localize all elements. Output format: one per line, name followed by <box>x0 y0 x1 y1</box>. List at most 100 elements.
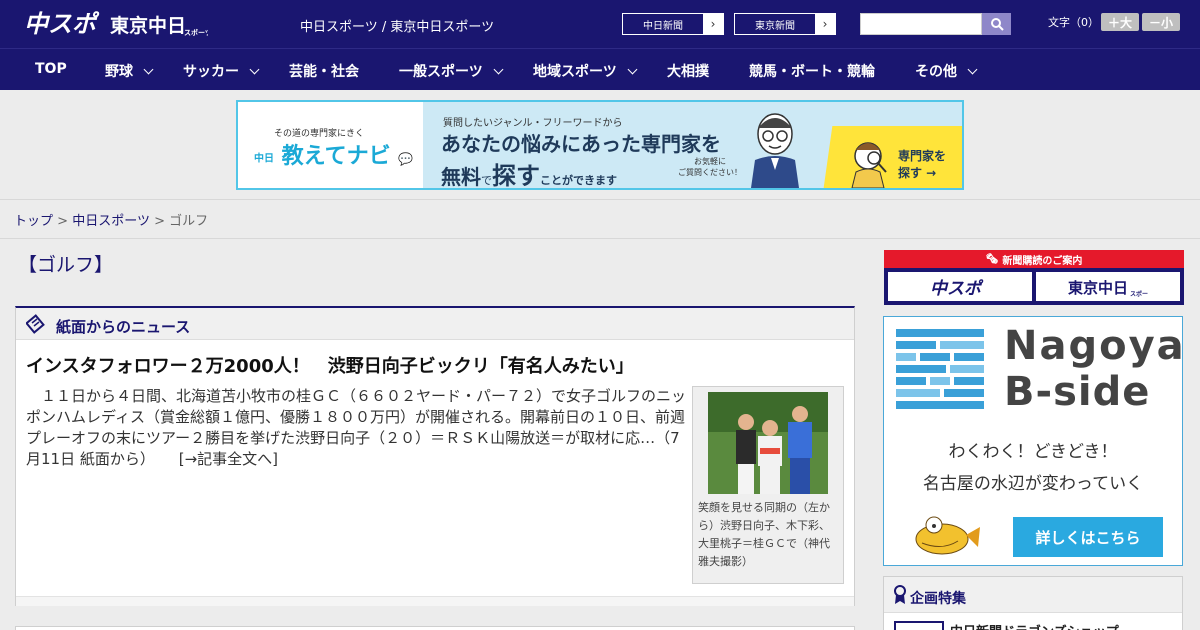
nav-item-top[interactable]: TOP <box>35 61 67 77</box>
ad-cta-line-2: 探す → <box>898 166 937 180</box>
nagoya-title-2: B-side <box>1004 369 1151 415</box>
font-larger-button[interactable]: ＋大 <box>1101 13 1139 31</box>
nav-item-soccer[interactable]: サッカー <box>183 61 260 81</box>
feature-item-link[interactable]: 中日新聞ドラゴンズショップ <box>950 621 1119 630</box>
speech-bubble-icon: 💬 <box>398 152 414 166</box>
golfers-photo[interactable] <box>708 392 828 494</box>
nav-item-entertainment[interactable]: 芸能・社会 <box>289 61 359 81</box>
breadcrumb-top-link[interactable]: トップ <box>14 214 53 229</box>
shrimp-mascot-icon <box>915 516 980 555</box>
chevron-down-icon <box>143 64 154 74</box>
subscription-header: 🗞 新聞購読のご案内 <box>884 250 1184 268</box>
chevron-down-icon <box>967 64 978 74</box>
chuspo-logo[interactable]: 中スポ <box>24 8 100 38</box>
nav-item-baseball[interactable]: 野球 <box>105 61 154 81</box>
breadcrumb-chunichi-link[interactable]: 中日スポーツ <box>72 214 150 229</box>
nav-item-label: 一般スポーツ <box>399 64 483 80</box>
page-title: 【ゴルフ】 <box>18 254 114 276</box>
ad-can: ことができます <box>540 174 617 187</box>
tokyo-logo-text: 東京中日 <box>110 14 186 37</box>
chevron-right-icon: › <box>703 14 723 34</box>
chuspo-mini-logo-text: 中スポ <box>930 279 984 298</box>
chuspo-mini-logo: 中スポ <box>930 279 984 298</box>
font-smaller-button[interactable]: －小 <box>1142 13 1180 31</box>
nav-item-label: サッカー <box>183 64 239 80</box>
chunichi-shimbun-label: 中日新聞 <box>643 20 683 32</box>
newspaper-icon <box>26 314 45 334</box>
ad-search-word: 探す <box>492 162 540 190</box>
nagoya-line-1: わくわく！どきどき！ <box>948 442 1118 462</box>
next-news-panel <box>15 626 855 630</box>
tokyo-chunichi-logo[interactable]: 東京中日 スポーツ <box>110 12 208 38</box>
subscribe-chuspo-button[interactable]: 中スポ <box>888 272 1032 301</box>
tokyo-mini-logo-text: 東京中日 <box>1068 279 1128 297</box>
chunichi-shimbun-button[interactable]: 中日新聞 › <box>622 13 724 35</box>
ad-free: 無料 <box>441 165 481 189</box>
nav-item-regional-sports[interactable]: 地域スポーツ <box>533 61 638 81</box>
article-headline[interactable]: インスタフォロワー２万2000人！ 渋野日向子ビックリ「有名人みたい」 <box>26 352 634 378</box>
nav-item-label: 野球 <box>105 64 133 80</box>
nav-item-label: 芸能・社会 <box>289 64 359 80</box>
brick-wall-logo <box>896 329 984 409</box>
search-button[interactable] <box>982 13 1011 35</box>
ad-brand-panel: その道の専門家にきく 中日 教えてナビ 💬 <box>238 102 423 188</box>
site-links[interactable]: 中日スポーツ / 東京中日スポーツ <box>300 16 494 35</box>
search-input[interactable] <box>860 13 982 35</box>
banner-area: その道の専門家にきく 中日 教えてナビ 💬 質問したいジャンル・フリーワードから… <box>0 90 1200 200</box>
breadcrumb-current: ゴルフ <box>169 214 209 229</box>
news-panel-header: 紙面からのニュース <box>16 308 854 340</box>
subscription-label: 新聞購読のご案内 <box>1002 255 1083 267</box>
expert-man-illustration <box>751 113 799 188</box>
tokyo-mini-logo-sub: スポーツ <box>1130 290 1148 298</box>
news-panel-footer <box>16 596 854 606</box>
nagoya-bside-ad[interactable]: Nagoya B-side わくわく！どきどき！ 名古屋の水辺が変わっていく 詳… <box>883 316 1186 566</box>
ad-de: で <box>481 174 492 187</box>
ad-question: 質問したいジャンル・フリーワードから <box>443 118 623 129</box>
chevron-right-icon: › <box>815 14 835 34</box>
nav-item-label: その他 <box>915 64 957 80</box>
nav-item-label: 競馬・ボート・競輪 <box>749 64 875 80</box>
main-nav: TOP 野球 サッカー 芸能・社会 一般スポーツ 地域スポーツ 大相撲 競馬・ボ… <box>0 48 1200 90</box>
tokyo-logo-sub: スポーツ <box>184 28 208 37</box>
newspaper-ticket-icon: 🗞 <box>985 253 999 265</box>
photo-caption: 笑顔を見せる同期の（左から）渋野日向子、木下彩、大里桃子＝桂ＧＣで（神代雅夫撮影… <box>698 501 830 568</box>
breadcrumb-separator: > <box>57 214 69 229</box>
site-header: 中スポ 東京中日 スポーツ 中日スポーツ / 東京中日スポーツ 中日新聞 › 東… <box>0 0 1200 48</box>
news-section-label: 紙面からのニュース <box>56 318 191 336</box>
tokyo-shimbun-button[interactable]: 東京新聞 › <box>734 13 836 35</box>
ad-small-note-1: お気軽に <box>694 157 726 166</box>
read-more-link[interactable]: [→記事全文へ] <box>179 450 278 468</box>
divider <box>0 238 1200 239</box>
ad-brand: 中日 教えてナビ 💬 <box>254 138 413 170</box>
subscribe-tokyo-chunichi-button[interactable]: 東京中日 スポーツ <box>1036 272 1180 301</box>
article-photo-box: 笑顔を見せる同期の（左から）渋野日向子、木下彩、大里桃子＝桂ＧＣで（神代雅夫撮影… <box>692 386 844 584</box>
chuspo-logo-text: 中スポ <box>24 10 100 38</box>
ad-cta-line-1: 専門家を <box>898 149 947 163</box>
ad-headline-2: 無料で探すことができます <box>441 156 617 190</box>
breadcrumb-separator: > <box>154 214 165 229</box>
nav-item-general-sports[interactable]: 一般スポーツ <box>399 61 504 81</box>
tokyo-chunichi-mini-logo: 東京中日 スポーツ <box>1068 279 1148 298</box>
chevron-down-icon <box>249 64 260 74</box>
nav-item-other[interactable]: その他 <box>915 61 978 81</box>
nav-item-sumo[interactable]: 大相撲 <box>667 61 709 81</box>
article-summary: １１日から４日間、北海道苫小牧市の桂ＧＣ（６６０２ヤード・パー７２）で女子ゴルフ… <box>26 386 686 470</box>
breadcrumb: トップ > 中日スポーツ > ゴルフ <box>14 210 208 229</box>
nav-item-label: 大相撲 <box>667 64 709 80</box>
tokyo-shimbun-label: 東京新聞 <box>755 20 795 32</box>
nav-item-label: TOP <box>35 61 67 77</box>
search-icon <box>990 18 1004 31</box>
nagoya-line-2: 名古屋の水辺が変わっていく <box>922 474 1144 494</box>
ribbon-icon <box>894 585 906 604</box>
oshiete-navi-ad[interactable]: その道の専門家にきく 中日 教えてナビ 💬 質問したいジャンル・フリーワードから… <box>236 100 964 190</box>
nav-item-label: 地域スポーツ <box>533 64 617 80</box>
magnifier-person-illustration <box>851 142 887 188</box>
nagoya-title-1: Nagoya <box>1004 323 1186 369</box>
chevron-down-icon <box>493 64 504 74</box>
nagoya-details-button[interactable]: 詳しくはこちら <box>1013 517 1163 557</box>
news-panel: 紙面からのニュース インスタフォロワー２万2000人！ 渋野日向子ビックリ「有名… <box>15 306 855 606</box>
ad-headline-1: あなたの悩みにあった専門家を <box>441 132 721 156</box>
nav-item-racing[interactable]: 競馬・ボート・競輪 <box>749 61 875 81</box>
feature-item-thumbnail[interactable] <box>894 621 944 630</box>
feature-header: 企画特集 <box>884 577 1182 613</box>
